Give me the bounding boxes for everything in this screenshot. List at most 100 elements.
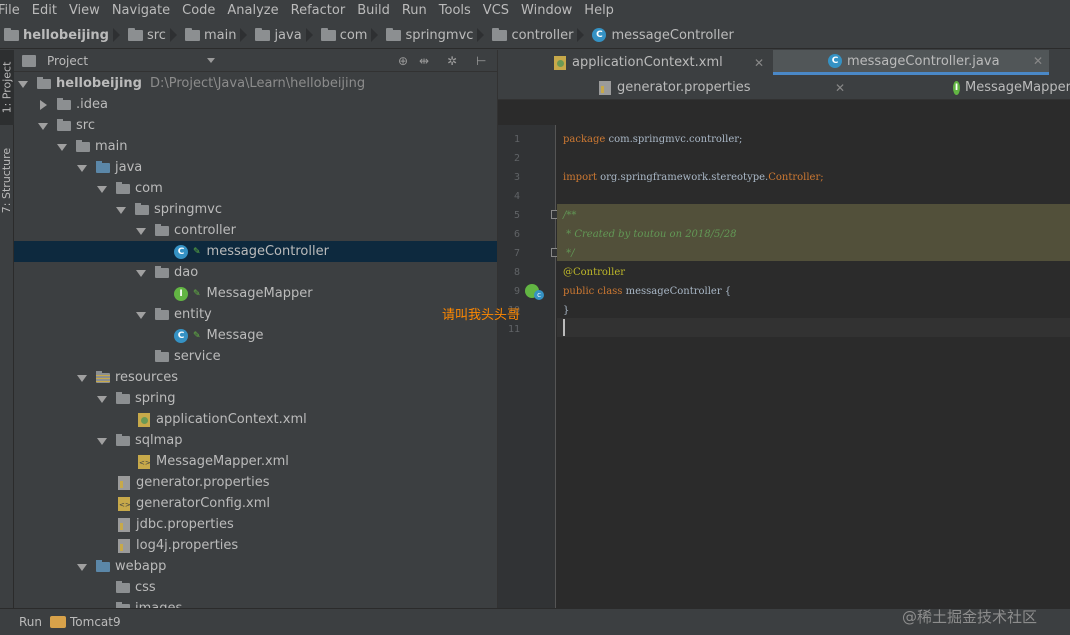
menu-window[interactable]: Window (515, 0, 578, 22)
tree-item-service[interactable]: service (14, 346, 497, 367)
close-icon[interactable]: ✕ (754, 56, 764, 70)
line-number: 5 (513, 210, 520, 221)
structure-tool-tab[interactable]: 7: Structure (0, 140, 14, 220)
expand-arrow-icon[interactable] (18, 79, 28, 89)
tree-item-sqlmap[interactable]: sqlmap (14, 430, 497, 451)
close-icon[interactable]: ✕ (1033, 54, 1043, 68)
tree-item-java[interactable]: java (14, 157, 497, 178)
tree-item-label: messageController (206, 244, 329, 259)
expand-arrow-icon[interactable] (136, 310, 146, 320)
breadcrumb-src[interactable]: src (127, 27, 166, 43)
menu-vcs[interactable]: VCS (477, 0, 515, 22)
line-number: 1 (513, 134, 520, 145)
tree-item-main[interactable]: main (14, 136, 497, 157)
expand-arrow-icon[interactable] (57, 142, 67, 152)
breadcrumb-springmvc[interactable]: springmvc (386, 27, 473, 43)
tree-item-label: sqlmap (135, 433, 183, 448)
tree-item-jdbc-properties[interactable]: jdbc.properties (14, 514, 497, 535)
chevron-down-icon[interactable] (207, 58, 215, 63)
expand-arrow-icon[interactable] (136, 268, 146, 278)
project-panel-title[interactable]: Project (47, 54, 88, 68)
expand-arrow-icon[interactable] (97, 394, 107, 404)
breadcrumb-messagecontroller[interactable]: CmessageController (592, 28, 734, 43)
breadcrumb-project[interactable]: hellobeijing (4, 27, 109, 43)
code-keyword: import (563, 172, 597, 183)
properties-file-icon (118, 475, 130, 490)
menu-navigate[interactable]: Navigate (106, 0, 176, 22)
tree-item-generator-properties[interactable]: generator.properties (14, 472, 497, 493)
editor-tab-row-2: generator.properties ✕ I MessageMapper (498, 75, 1070, 100)
tree-item-generatorconfig-xml[interactable]: generatorConfig.xml (14, 493, 497, 514)
tree-item-log4j-properties[interactable]: log4j.properties (14, 535, 497, 556)
gear-icon[interactable]: ✲ (447, 54, 457, 68)
tree-item-springmvc[interactable]: springmvc (14, 199, 497, 220)
editor-gutter: 1 2 3 4 5 6 7 8 9 10 11 (498, 125, 560, 608)
expand-arrow-icon[interactable] (136, 226, 146, 236)
tree-item-messagecontroller[interactable]: C ✎ messageController (14, 241, 497, 262)
tree-item-message[interactable]: C ✎ Message (14, 325, 497, 346)
menu-refactor[interactable]: Refactor (285, 0, 352, 22)
tree-item-label: jdbc.properties (136, 517, 234, 532)
hide-panel-icon[interactable]: ⊢ (476, 54, 486, 68)
expand-arrow-icon[interactable] (116, 205, 126, 215)
menu-code[interactable]: Code (176, 0, 221, 22)
expand-arrow-icon[interactable] (77, 163, 87, 173)
breadcrumb-main[interactable]: main (184, 27, 236, 43)
tree-item-messagemapper-xml[interactable]: MessageMapper.xml (14, 451, 497, 472)
menu-tools[interactable]: Tools (433, 0, 477, 22)
tab-messagemapper[interactable]: I MessageMapper (953, 75, 1070, 100)
expand-arrow-icon[interactable] (97, 184, 107, 194)
tomcat-icon (50, 616, 67, 628)
breadcrumb-java[interactable]: java (255, 27, 302, 43)
tree-item-entity[interactable]: entity (14, 304, 497, 325)
project-tool-tab[interactable]: 1: Project (0, 50, 14, 125)
run-config-label[interactable]: Tomcat9 (70, 615, 121, 629)
tab-label: messageController.java (847, 53, 1000, 69)
tree-item-label: applicationContext.xml (156, 412, 307, 427)
folder-icon (4, 27, 19, 41)
code-class-ref: Controller (768, 172, 821, 183)
spring-xml-file-icon (138, 412, 150, 427)
tree-item-label: springmvc (154, 202, 222, 217)
editor-area: applicationContext.xml ✕ C messageContro… (497, 50, 1070, 608)
tree-item-label: MessageMapper (206, 286, 313, 301)
menu-build[interactable]: Build (351, 0, 396, 22)
tab-messagecontroller-java[interactable]: C messageController.java ✕ (773, 50, 1049, 75)
expand-arrow-icon[interactable] (38, 99, 48, 110)
menu-analyze[interactable]: Analyze (221, 0, 284, 22)
tree-item-src[interactable]: src (14, 115, 497, 136)
package-icon (135, 202, 149, 215)
menu-help[interactable]: Help (578, 0, 620, 22)
tree-item-dao[interactable]: dao (14, 262, 497, 283)
expand-arrow-icon[interactable] (38, 121, 48, 131)
tree-item-applicationcontext-xml[interactable]: applicationContext.xml (14, 409, 497, 430)
tree-item-controller[interactable]: controller (14, 220, 497, 241)
tree-item-hellobeijing[interactable]: hellobeijing D:\Project\Java\Learn\hellob… (14, 73, 497, 94)
spring-bean-icon[interactable] (525, 284, 544, 300)
menu-file[interactable]: File (0, 0, 26, 22)
tree-item-spring[interactable]: spring (14, 388, 497, 409)
breadcrumb-com[interactable]: com (320, 27, 367, 43)
run-tool-tab[interactable]: Run (19, 615, 42, 629)
breadcrumb-controller[interactable]: controller (492, 27, 573, 43)
tree-item-images[interactable]: images (14, 598, 497, 608)
tree-item-messagemapper[interactable]: I ✎ MessageMapper (14, 283, 497, 304)
expand-arrow-icon[interactable] (97, 436, 107, 446)
code-editor[interactable]: package com.springmvc.controller; import… (557, 125, 1070, 608)
class-icon: C (828, 54, 842, 68)
locate-icon[interactable]: ⊕ (398, 54, 408, 68)
tree-item-com[interactable]: com (14, 178, 497, 199)
collapse-all-icon[interactable]: ⇹ (419, 54, 429, 68)
tree-item-resources[interactable]: resources (14, 367, 497, 388)
close-icon[interactable]: ✕ (835, 81, 845, 95)
expand-arrow-icon[interactable] (77, 373, 87, 383)
tab-applicationcontext-xml[interactable]: applicationContext.xml ✕ (554, 50, 772, 75)
menu-edit[interactable]: Edit (26, 0, 63, 22)
tab-generator-properties[interactable]: generator.properties ✕ (599, 75, 849, 100)
tree-item-idea[interactable]: .idea (14, 94, 497, 115)
menu-view[interactable]: View (63, 0, 106, 22)
menu-run[interactable]: Run (396, 0, 433, 22)
tree-item-webapp[interactable]: webapp (14, 556, 497, 577)
tree-item-css[interactable]: css (14, 577, 497, 598)
expand-arrow-icon[interactable] (77, 562, 87, 572)
